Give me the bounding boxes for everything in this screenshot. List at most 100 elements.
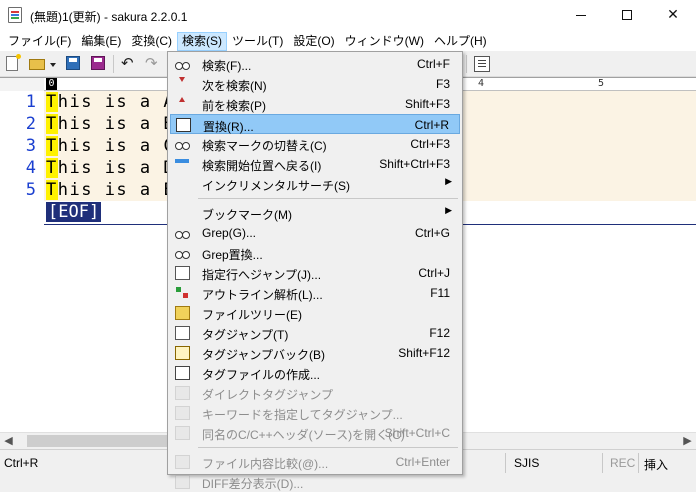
- menu-item-7[interactable]: ヘルプ(H): [429, 32, 492, 51]
- menu-item-label: 置換(R)...: [203, 120, 254, 134]
- menu-item-1[interactable]: 編集(E): [76, 32, 126, 51]
- minimize-icon: [576, 14, 586, 16]
- search-menu-item[interactable]: 検索マークの切替え(C) Ctrl+F3: [170, 134, 460, 154]
- menu-bar: ファイル(F) 編集(E) 変換(C) 検索(S) ツール(T) 設定(O) ウィンドウ(W…: [0, 31, 696, 51]
- menu-item-label: 検索マークの切替え(C): [202, 139, 327, 153]
- menu-item-shortcut: Shift+F3: [404, 97, 450, 111]
- line-text: his is a A: [57, 92, 176, 112]
- search-menu-item[interactable]: 次を検索(N) F3: [170, 74, 460, 94]
- menu-item-shortcut: Ctrl+R: [414, 118, 449, 132]
- status-hint: Ctrl+R: [4, 456, 39, 470]
- maximize-button[interactable]: [604, 0, 650, 31]
- close-button[interactable]: ✕: [650, 0, 696, 31]
- menu-item-5[interactable]: 設定(O): [288, 32, 339, 51]
- search-menu-item[interactable]: アウトライン解析(L)... F11: [170, 283, 460, 303]
- menu-item-label: タグジャンプバック(B): [202, 348, 326, 362]
- search-menu-item: 同名のC/C++ヘッダ(ソース)を開く(C) Shift+Ctrl+C: [170, 423, 460, 443]
- menu-item-label: 検索開始位置へ戻る(I): [202, 159, 322, 173]
- open-folder-icon[interactable]: [29, 59, 45, 70]
- redo-icon[interactable]: ↷: [145, 55, 161, 71]
- sakura-app-icon: [8, 7, 22, 23]
- cursor-column-char: T: [46, 114, 58, 134]
- search-menu-item: DIFF差分表示(D)...: [170, 472, 460, 492]
- search-menu-item[interactable]: Grep置換...: [170, 243, 460, 263]
- line-number: 3: [25, 136, 36, 156]
- search-menu-item[interactable]: ブックマーク(M) ▶: [170, 203, 460, 223]
- search-menu-item[interactable]: タグジャンプバック(B) Shift+F12: [170, 343, 460, 363]
- direct-tag-jump-icon: [175, 386, 190, 400]
- line-content[interactable]: This is a B: [46, 113, 175, 135]
- status-insert-mode[interactable]: 挿入: [644, 456, 668, 473]
- menu-item-label: Grep(G)...: [202, 226, 257, 240]
- menu-item-shortcut: Shift+F12: [398, 346, 450, 360]
- menu-item-label: アウトライン解析(L)...: [202, 288, 323, 302]
- line-number: 1: [25, 92, 36, 112]
- menu-item-6[interactable]: ウィンドウ(W): [340, 32, 429, 51]
- menu-item-shortcut: Ctrl+G: [414, 226, 450, 240]
- menu-item-4[interactable]: ツール(T): [227, 32, 288, 51]
- menu-item-shortcut: Ctrl+F3: [410, 137, 450, 151]
- scroll-right-icon[interactable]: ▶: [679, 433, 696, 450]
- tag-jump-back-icon: [175, 346, 190, 360]
- maximize-icon: [622, 10, 632, 20]
- menu-item-shortcut: Shift+Ctrl+F3: [379, 157, 450, 171]
- search-next-icon: [175, 77, 190, 91]
- ruler-gutter: [0, 78, 44, 91]
- cursor-column-char: T: [46, 92, 58, 112]
- ruler-mark-5: 5: [598, 78, 605, 89]
- line-content[interactable]: This is a C: [46, 135, 175, 157]
- line-content[interactable]: This is a E: [46, 179, 175, 201]
- scroll-left-icon[interactable]: ◀: [0, 433, 17, 450]
- menu-item-shortcut: Shift+Ctrl+C: [384, 426, 450, 440]
- search-menu-item[interactable]: インクリメンタルサーチ(S) ▶: [170, 174, 460, 194]
- menu-item-0[interactable]: ファイル(F): [3, 32, 76, 51]
- status-encoding[interactable]: SJIS: [514, 456, 539, 470]
- menu-item-3[interactable]: 検索(S): [177, 31, 227, 51]
- keyword-tag-jump-icon: [175, 406, 190, 420]
- menu-item-label: ファイル内容比較(@)...: [202, 457, 329, 471]
- status-separator: [638, 453, 639, 473]
- line-content[interactable]: This is a A: [46, 91, 175, 113]
- line-number: 5: [25, 180, 36, 200]
- menu-item-label: ダイレクトタグジャンプ: [202, 388, 334, 402]
- window-title: (無題)1(更新) - sakura 2.2.0.1: [30, 10, 188, 24]
- ruler-column-zero: 0: [46, 78, 57, 90]
- grep-icon: [175, 226, 190, 240]
- search-menu-item[interactable]: タグファイルの作成...: [170, 363, 460, 383]
- line-text: his is a E: [57, 180, 176, 200]
- line-number: 2: [25, 114, 36, 134]
- menu-item-shortcut: Ctrl+Enter: [395, 455, 450, 469]
- search-menu-item[interactable]: タグジャンプ(T) F12: [170, 323, 460, 343]
- status-separator: [505, 453, 506, 473]
- eof-marker: [EOF]: [46, 202, 102, 222]
- menu-item-2[interactable]: 変換(C): [126, 32, 177, 51]
- search-icon: [175, 57, 190, 71]
- outline-icon[interactable]: [474, 56, 490, 72]
- line-text: his is a D: [57, 158, 176, 178]
- grep-replace-icon: [175, 246, 190, 260]
- search-menu-item[interactable]: 置換(R)... Ctrl+R: [170, 114, 460, 134]
- cursor-column-char: T: [46, 158, 58, 178]
- new-document-icon[interactable]: [6, 54, 21, 71]
- menu-item-label: タグファイルの作成...: [202, 368, 321, 382]
- search-menu-item[interactable]: 前を検索(P) Shift+F3: [170, 94, 460, 114]
- search-menu-item[interactable]: Grep(G)... Ctrl+G: [170, 223, 460, 243]
- jump-icon: [175, 266, 190, 280]
- search-menu-item[interactable]: ファイルツリー(E): [170, 303, 460, 323]
- line-content[interactable]: This is a D: [46, 157, 175, 179]
- search-menu-item[interactable]: 検索開始位置へ戻る(I) Shift+Ctrl+F3: [170, 154, 460, 174]
- save-all-icon[interactable]: [91, 56, 105, 70]
- minimize-button[interactable]: [558, 0, 604, 31]
- scrollbar-thumb[interactable]: [27, 435, 177, 447]
- menu-item-label: ファイルツリー(E): [202, 308, 302, 322]
- search-menu-item[interactable]: 検索(F)... Ctrl+F: [170, 54, 460, 74]
- save-icon[interactable]: [66, 56, 80, 70]
- search-menu-item: ファイル内容比較(@)... Ctrl+Enter: [170, 452, 460, 472]
- menu-item-label: キーワードを指定してタグジャンプ...: [202, 408, 403, 422]
- open-dropdown-icon[interactable]: [50, 63, 56, 67]
- menu-item-label: タグジャンプ(T): [202, 328, 289, 342]
- undo-icon[interactable]: ↶: [121, 55, 137, 71]
- menu-item-label: 次を検索(N): [202, 79, 267, 93]
- close-icon: ✕: [667, 7, 679, 23]
- search-menu-item[interactable]: 指定行へジャンプ(J)... Ctrl+J: [170, 263, 460, 283]
